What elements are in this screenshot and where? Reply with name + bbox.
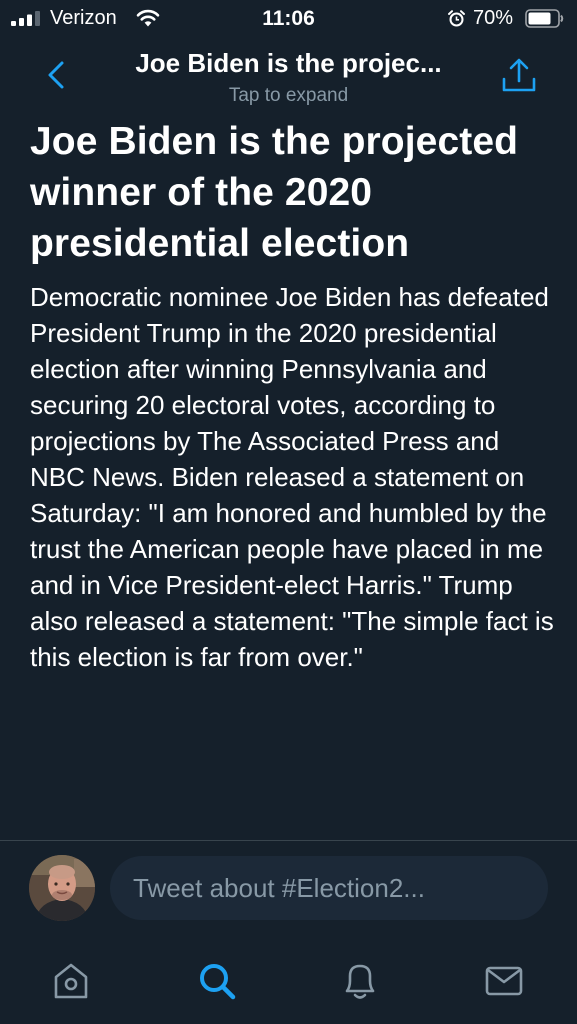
battery-icon: [525, 9, 564, 28]
status-bar: Verizon 11:06 70%: [0, 0, 577, 38]
home-icon[interactable]: [49, 959, 93, 1003]
tap-to-expand-label[interactable]: Tap to expand: [90, 85, 487, 107]
messages-icon[interactable]: [482, 959, 526, 1003]
tweet-compose-input[interactable]: Tweet about #Election2...: [110, 856, 548, 920]
article-title: Joe Biden is the projected winner of the…: [30, 120, 519, 265]
notifications-icon[interactable]: [338, 959, 382, 1003]
compose-row: Tweet about #Election2...: [0, 841, 577, 941]
back-chevron-icon[interactable]: [40, 58, 72, 92]
header-title[interactable]: Joe Biden is the projec...: [90, 48, 487, 79]
search-icon[interactable]: [195, 959, 239, 1003]
moment-article: Joe Biden is the projected winner of the…: [30, 116, 554, 675]
share-icon[interactable]: [498, 56, 540, 96]
tab-bar: [0, 941, 577, 1024]
article-body: Democratic nominee Joe Biden has defeate…: [30, 282, 554, 672]
alarm-icon: [448, 10, 465, 27]
header: Joe Biden is the projec... Tap to expand: [0, 38, 577, 114]
avatar-image: [29, 855, 95, 921]
avatar[interactable]: [29, 855, 95, 921]
battery-percent: 70%: [473, 7, 514, 29]
